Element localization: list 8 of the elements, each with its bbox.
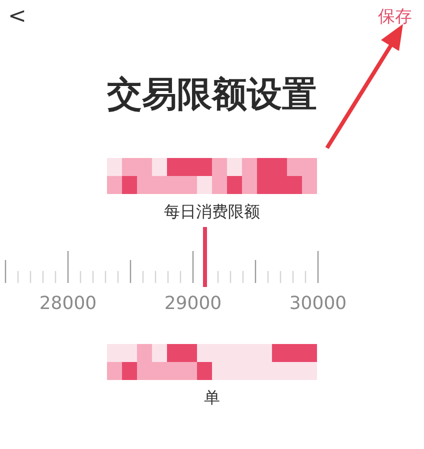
scale-label: 28000: [38, 293, 98, 314]
back-button[interactable]: <: [4, 4, 30, 29]
scale-label: 29000: [163, 293, 223, 314]
scale-label: 30000: [288, 293, 348, 314]
page-title: 交易限额设置: [106, 74, 318, 117]
save-button[interactable]: 保存: [374, 5, 416, 28]
limit-label: 单: [204, 388, 220, 409]
limit-label: 每日消费限额: [164, 202, 260, 223]
